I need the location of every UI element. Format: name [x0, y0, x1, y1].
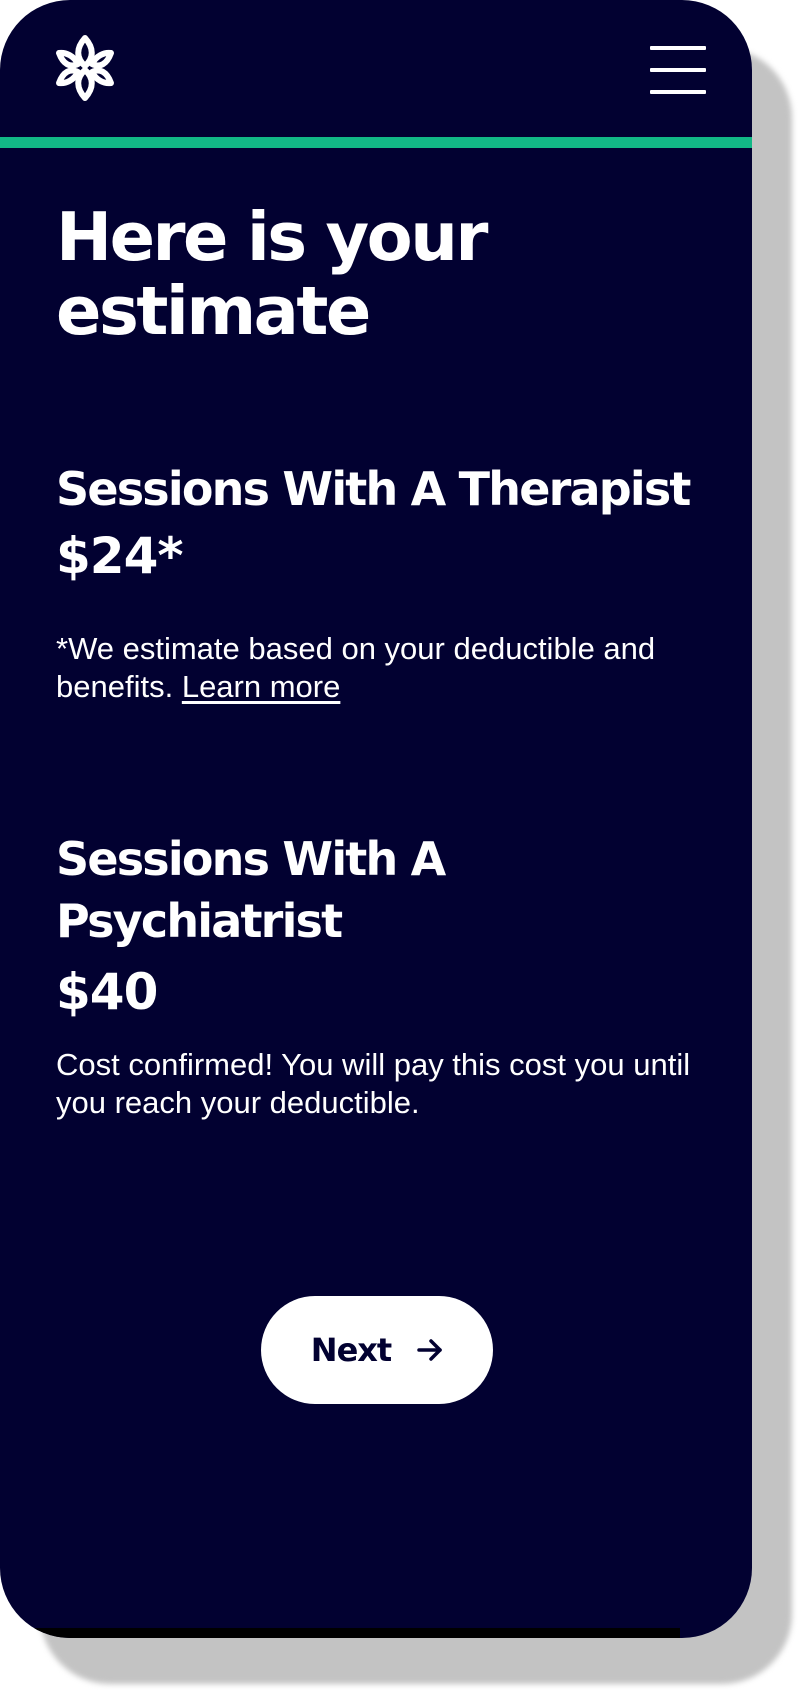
menu-line: [650, 90, 706, 94]
psychiatrist-cost-note: Cost confirmed! You will pay this cost y…: [56, 1047, 691, 1120]
arrow-right-icon: [417, 1338, 443, 1362]
psychiatrist-estimate-section: Sessions With A Psychiatrist $40 Cost co…: [56, 828, 696, 1122]
screen: Here is your estimate Sessions With A Th…: [0, 0, 798, 1690]
lotus-knot-icon[interactable]: [54, 34, 116, 102]
menu-line: [650, 46, 706, 50]
estimate-content: Here is your estimate Sessions With A Th…: [56, 200, 696, 1122]
bottom-edge-strip: [30, 1628, 680, 1638]
learn-more-link[interactable]: Learn more: [182, 669, 341, 704]
top-header: [0, 0, 752, 137]
psychiatrist-title-line-2: Psychiatrist: [56, 894, 343, 948]
therapist-price: $24*: [56, 527, 184, 585]
header-accent-bar: [0, 137, 752, 148]
next-button[interactable]: Next: [261, 1296, 493, 1404]
hamburger-menu-icon[interactable]: [650, 46, 706, 94]
therapist-note-text: *We estimate based on your deductible an…: [56, 631, 656, 704]
therapist-estimate-note: *We estimate based on your deductible an…: [56, 630, 696, 706]
next-button-label: Next: [310, 1331, 392, 1369]
app-frame: Here is your estimate Sessions With A Th…: [0, 0, 752, 1638]
page-title-line-1: Here is your: [56, 198, 488, 276]
therapist-estimate-section: Sessions With A Therapist $24* *We estim…: [56, 458, 696, 706]
psychiatrist-section-title: Sessions With A Psychiatrist: [56, 828, 696, 952]
page-title-line-2: estimate: [56, 272, 371, 350]
psychiatrist-title-line-1: Sessions With A: [56, 832, 446, 886]
therapist-section-title: Sessions With A Therapist: [56, 462, 691, 516]
page-title: Here is your estimate: [56, 200, 696, 348]
menu-line: [650, 68, 706, 72]
psychiatrist-price: $40: [56, 963, 158, 1021]
